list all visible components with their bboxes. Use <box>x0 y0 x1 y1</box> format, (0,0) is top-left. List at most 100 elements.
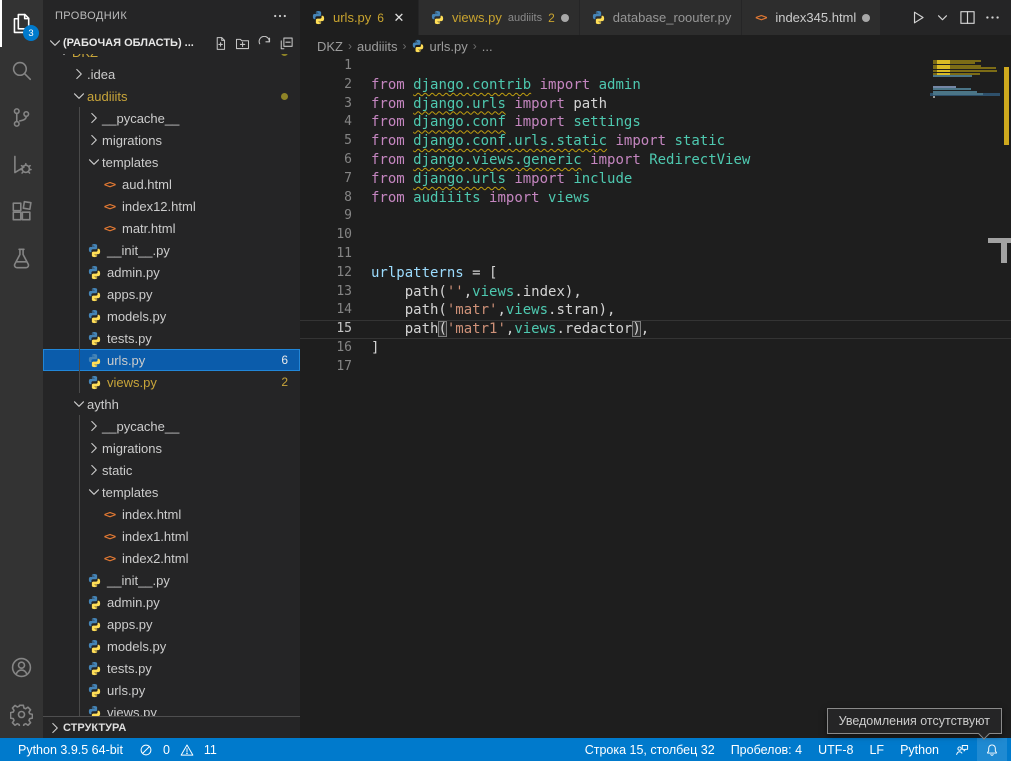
tree-item-migrations[interactable]: migrations <box>43 437 300 459</box>
tree-item-views.py[interactable]: views.py2 <box>43 371 300 393</box>
tree-item-templates[interactable]: templates <box>43 151 300 173</box>
python-icon <box>86 352 103 368</box>
breadcrumb-item-...[interactable]: ... <box>482 39 493 54</box>
activity-item-run-debug[interactable] <box>0 141 43 188</box>
tree-item-models.py[interactable]: models.py <box>43 305 300 327</box>
workspace-section-header[interactable]: (РАБОЧАЯ ОБЛАСТЬ) ... <box>43 32 300 54</box>
chevron-down-icon <box>86 484 102 500</box>
tree-item-urls.py[interactable]: urls.py <box>43 679 300 701</box>
activity-item-settings[interactable] <box>0 691 43 738</box>
more-icon[interactable] <box>984 9 1001 26</box>
tree-item-static[interactable]: static <box>43 459 300 481</box>
tree-item-tests.py[interactable]: tests.py <box>43 657 300 679</box>
new-folder-icon[interactable] <box>235 36 250 51</box>
tree-item-models.py[interactable]: models.py <box>43 635 300 657</box>
collapse-all-icon[interactable] <box>279 36 294 51</box>
code-editor[interactable]: 12from django.contrib import admin3from … <box>300 57 1011 738</box>
more-icon[interactable] <box>272 8 288 24</box>
new-file-icon[interactable] <box>213 36 228 51</box>
tree-item--pycache-[interactable]: __pycache__ <box>43 415 300 437</box>
code-token: views <box>514 321 556 337</box>
activity-item-explorer[interactable]: 3 <box>0 0 43 47</box>
activity-item-account[interactable] <box>0 644 43 691</box>
breadcrumb-item-audiiits[interactable]: audiiits <box>357 39 397 54</box>
tree-item-aud.html[interactable]: <>aud.html <box>43 173 300 195</box>
tree-item--pycache-[interactable]: __pycache__ <box>43 107 300 129</box>
code-line-1[interactable]: 1 <box>300 57 1011 76</box>
status-eol[interactable]: LF <box>861 738 892 761</box>
status-cursor-position[interactable]: Строка 15, столбец 32 <box>577 738 723 761</box>
activity-item-source-control[interactable] <box>0 94 43 141</box>
status-python-version[interactable]: Python 3.9.5 64-bit <box>10 738 131 761</box>
tree-item-index1.html[interactable]: <>index1.html <box>43 525 300 547</box>
tree-item-aythh[interactable]: aythh <box>43 393 300 415</box>
code-line-14[interactable]: 14 path('matr',views.stran), <box>300 301 1011 320</box>
code-token: .index), <box>514 284 581 300</box>
code-line-2[interactable]: 2from django.contrib import admin <box>300 76 1011 95</box>
code-token: import <box>590 152 641 168</box>
activity-item-extensions[interactable] <box>0 188 43 235</box>
minimap[interactable] <box>930 57 1000 187</box>
code-line-5[interactable]: 5from django.conf.urls.static import sta… <box>300 132 1011 151</box>
code-line-3[interactable]: 3from django.urls import path <box>300 95 1011 114</box>
tree-item-admin.py[interactable]: admin.py <box>43 261 300 283</box>
tree-item-audiiits[interactable]: audiiits <box>43 85 300 107</box>
code-line-7[interactable]: 7from django.urls import include <box>300 170 1011 189</box>
tree-item-.idea[interactable]: .idea <box>43 63 300 85</box>
split-editor-icon[interactable] <box>959 9 976 26</box>
tab-views.py[interactable]: views.pyaudiiits2 <box>419 0 580 35</box>
tree-item-index.html[interactable]: <>index.html <box>43 503 300 525</box>
activity-item-search[interactable] <box>0 47 43 94</box>
code-line-15[interactable]: 15 path('matr1',views.redactor), <box>300 320 1011 339</box>
tree-item-urls.py[interactable]: urls.py6 <box>43 349 300 371</box>
code-token: audiiits <box>413 190 480 206</box>
tree-item--init-.py[interactable]: __init__.py <box>43 569 300 591</box>
tab-index345.html[interactable]: <>index345.html <box>742 0 881 35</box>
chevron-down-icon[interactable] <box>934 9 951 26</box>
status-language-mode[interactable]: Python <box>892 738 947 761</box>
breadcrumb-item-urls.py[interactable]: urls.py <box>411 39 467 54</box>
code-token: from <box>371 171 405 187</box>
code-line-12[interactable]: 12urlpatterns = [ <box>300 264 1011 283</box>
tree-item-matr.html[interactable]: <>matr.html <box>43 217 300 239</box>
breadcrumb-item-label: urls.py <box>429 39 467 54</box>
tree-item-admin.py[interactable]: admin.py <box>43 591 300 613</box>
tree-item-tests.py[interactable]: tests.py <box>43 327 300 349</box>
code-line-4[interactable]: 4from django.conf import settings <box>300 113 1011 132</box>
tree-item-index12.html[interactable]: <>index12.html <box>43 195 300 217</box>
code-line-17[interactable]: 17 <box>300 358 1011 377</box>
tree-item-apps.py[interactable]: apps.py <box>43 283 300 305</box>
refresh-icon[interactable] <box>257 36 272 51</box>
status-feedback[interactable] <box>947 738 977 761</box>
extensions-icon <box>10 200 33 223</box>
code-line-6[interactable]: 6from django.views.generic import Redire… <box>300 151 1011 170</box>
tab-database-roouter.py[interactable]: database_roouter.py <box>580 0 743 35</box>
outline-section-header[interactable]: СТРУКТУРА <box>43 716 300 738</box>
tree-item-migrations[interactable]: migrations <box>43 129 300 151</box>
flask-icon <box>10 247 33 270</box>
line-number: 17 <box>300 358 352 377</box>
tree-item-views.py[interactable]: views.py <box>43 701 300 716</box>
tab-urls.py[interactable]: urls.py6✕ <box>300 0 419 35</box>
code-line-10[interactable]: 10 <box>300 226 1011 245</box>
code-line-13[interactable]: 13 path('',views.index), <box>300 283 1011 302</box>
breadcrumb-item-dkz[interactable]: DKZ <box>317 39 343 54</box>
status-problems[interactable]: 011 <box>131 738 231 761</box>
tree-item-index2.html[interactable]: <>index2.html <box>43 547 300 569</box>
problems-badge: 6 <box>281 353 288 367</box>
status-indentation[interactable]: Пробелов: 4 <box>723 738 810 761</box>
status-encoding[interactable]: UTF-8 <box>810 738 861 761</box>
activity-item-testing[interactable] <box>0 235 43 282</box>
tree-item-label: models.py <box>107 309 166 324</box>
tree-item-dkz[interactable]: DKZ <box>43 54 300 63</box>
code-line-9[interactable]: 9 <box>300 207 1011 226</box>
close-icon[interactable]: ✕ <box>390 10 408 26</box>
code-line-16[interactable]: 16] <box>300 339 1011 358</box>
tree-item-templates[interactable]: templates <box>43 481 300 503</box>
status-notifications[interactable] <box>977 738 1007 761</box>
tree-item--init-.py[interactable]: __init__.py <box>43 239 300 261</box>
tree-item-apps.py[interactable]: apps.py <box>43 613 300 635</box>
code-line-11[interactable]: 11 <box>300 245 1011 264</box>
run-icon[interactable] <box>909 9 926 26</box>
code-line-8[interactable]: 8from audiiits import views <box>300 189 1011 208</box>
